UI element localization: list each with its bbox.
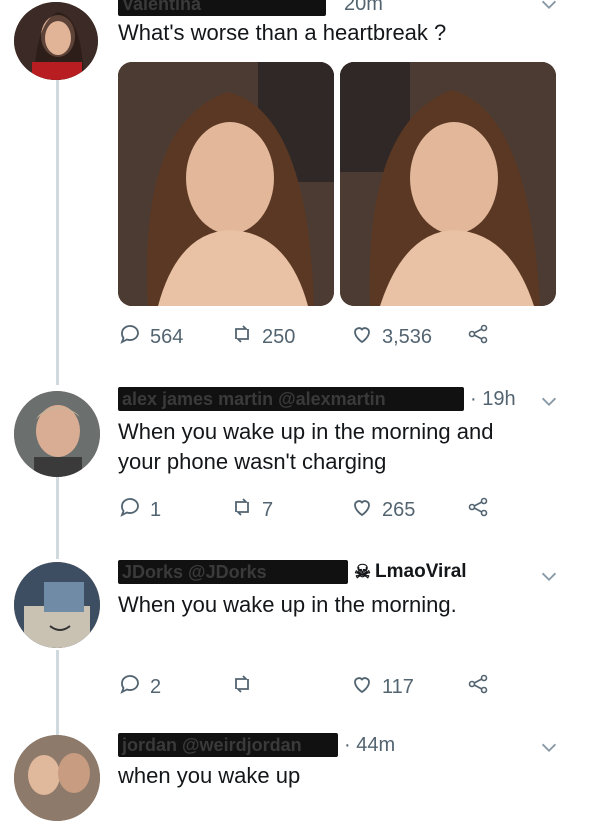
tweet-time: · 19h bbox=[470, 387, 516, 410]
like-icon bbox=[350, 495, 374, 525]
like-button[interactable]: 3,536 bbox=[350, 322, 466, 352]
redacted-author: Valentina bbox=[118, 0, 326, 16]
chevron-down-icon[interactable] bbox=[538, 0, 560, 16]
tweet-top[interactable]: Valentina 20m What's worse than a heartb… bbox=[0, 0, 596, 380]
share-button[interactable] bbox=[466, 495, 490, 525]
tweet-time: 20m bbox=[344, 0, 383, 15]
tweet-actions: 2 117 bbox=[118, 672, 490, 702]
retweet-button[interactable]: 250 bbox=[230, 322, 350, 352]
share-icon bbox=[466, 672, 490, 702]
tweet-text: when you wake up bbox=[118, 763, 301, 788]
redacted-author: alex james martin @alexmartin bbox=[118, 387, 464, 411]
tweet-header: alex james martin @alexmartin · 19h bbox=[118, 387, 516, 411]
retweet-icon bbox=[230, 322, 254, 352]
chevron-down-icon[interactable] bbox=[538, 566, 560, 588]
tweet-time: · 44m bbox=[344, 733, 396, 756]
reply-button[interactable]: 564 bbox=[118, 322, 230, 352]
retweet-button[interactable]: 7 bbox=[230, 495, 350, 525]
share-icon bbox=[466, 495, 490, 525]
avatar[interactable] bbox=[14, 735, 100, 821]
skull-icon: ☠ bbox=[354, 561, 372, 583]
retweet-count: 250 bbox=[262, 325, 296, 348]
like-count: 265 bbox=[382, 498, 416, 521]
retweet-icon bbox=[230, 495, 254, 525]
share-button[interactable] bbox=[466, 322, 490, 352]
tweet-image[interactable] bbox=[118, 62, 334, 306]
like-icon bbox=[350, 322, 374, 352]
reply-count: 564 bbox=[150, 325, 184, 348]
redacted-author: jordan @weirdjordan bbox=[118, 733, 338, 757]
reply-button[interactable]: 1 bbox=[118, 495, 230, 525]
tweet-text-line: your phone wasn't charging bbox=[118, 449, 387, 474]
like-count: 3,536 bbox=[382, 325, 433, 348]
chevron-down-icon[interactable] bbox=[538, 737, 560, 759]
tweet-dorks[interactable]: JDorks @JDorks ☠ LmaoViral When you wake… bbox=[0, 558, 596, 718]
tweet-header: jordan @weirdjordan · 44m bbox=[118, 733, 395, 757]
avatar[interactable] bbox=[14, 2, 98, 80]
retweet-button[interactable] bbox=[230, 672, 350, 702]
tweet-text: When you wake up in the morning. bbox=[118, 592, 457, 617]
like-count: 117 bbox=[382, 675, 414, 698]
share-icon bbox=[466, 322, 490, 352]
tweet-image[interactable] bbox=[340, 62, 556, 306]
tweet-actions: 564 250 3,536 bbox=[118, 322, 490, 352]
reply-button[interactable]: 2 bbox=[118, 672, 230, 702]
share-button[interactable] bbox=[466, 672, 490, 702]
like-icon bbox=[350, 672, 374, 702]
tweet-header: JDorks @JDorks ☠ LmaoViral bbox=[118, 560, 467, 584]
retweeted-by[interactable]: ☠ LmaoViral bbox=[354, 561, 467, 584]
retweet-count: 7 bbox=[262, 498, 274, 521]
like-button[interactable]: 265 bbox=[350, 495, 466, 525]
chevron-down-icon[interactable] bbox=[538, 391, 560, 413]
tweet-text: What's worse than a heartbreak ? bbox=[118, 20, 447, 45]
tweet-header: Valentina 20m bbox=[118, 0, 383, 16]
reply-count: 2 bbox=[150, 675, 162, 698]
reply-icon bbox=[118, 495, 142, 525]
reply-icon bbox=[118, 322, 142, 352]
tweet-actions: 1 7 265 bbox=[118, 495, 490, 525]
tweet-text-line: When you wake up in the morning and bbox=[118, 419, 494, 444]
tweet-jordan[interactable]: jordan @weirdjordan · 44m when you wake … bbox=[0, 733, 596, 821]
retweet-icon bbox=[230, 672, 254, 702]
reply-count: 1 bbox=[150, 498, 162, 521]
avatar[interactable] bbox=[14, 562, 100, 648]
like-button[interactable]: 117 bbox=[350, 672, 466, 702]
retweeted-by-label: LmaoViral bbox=[375, 561, 467, 582]
reply-icon bbox=[118, 672, 142, 702]
tweet-alex[interactable]: alex james martin @alexmartin · 19h When… bbox=[0, 385, 596, 535]
avatar[interactable] bbox=[14, 391, 100, 477]
redacted-author: JDorks @JDorks bbox=[118, 560, 348, 584]
